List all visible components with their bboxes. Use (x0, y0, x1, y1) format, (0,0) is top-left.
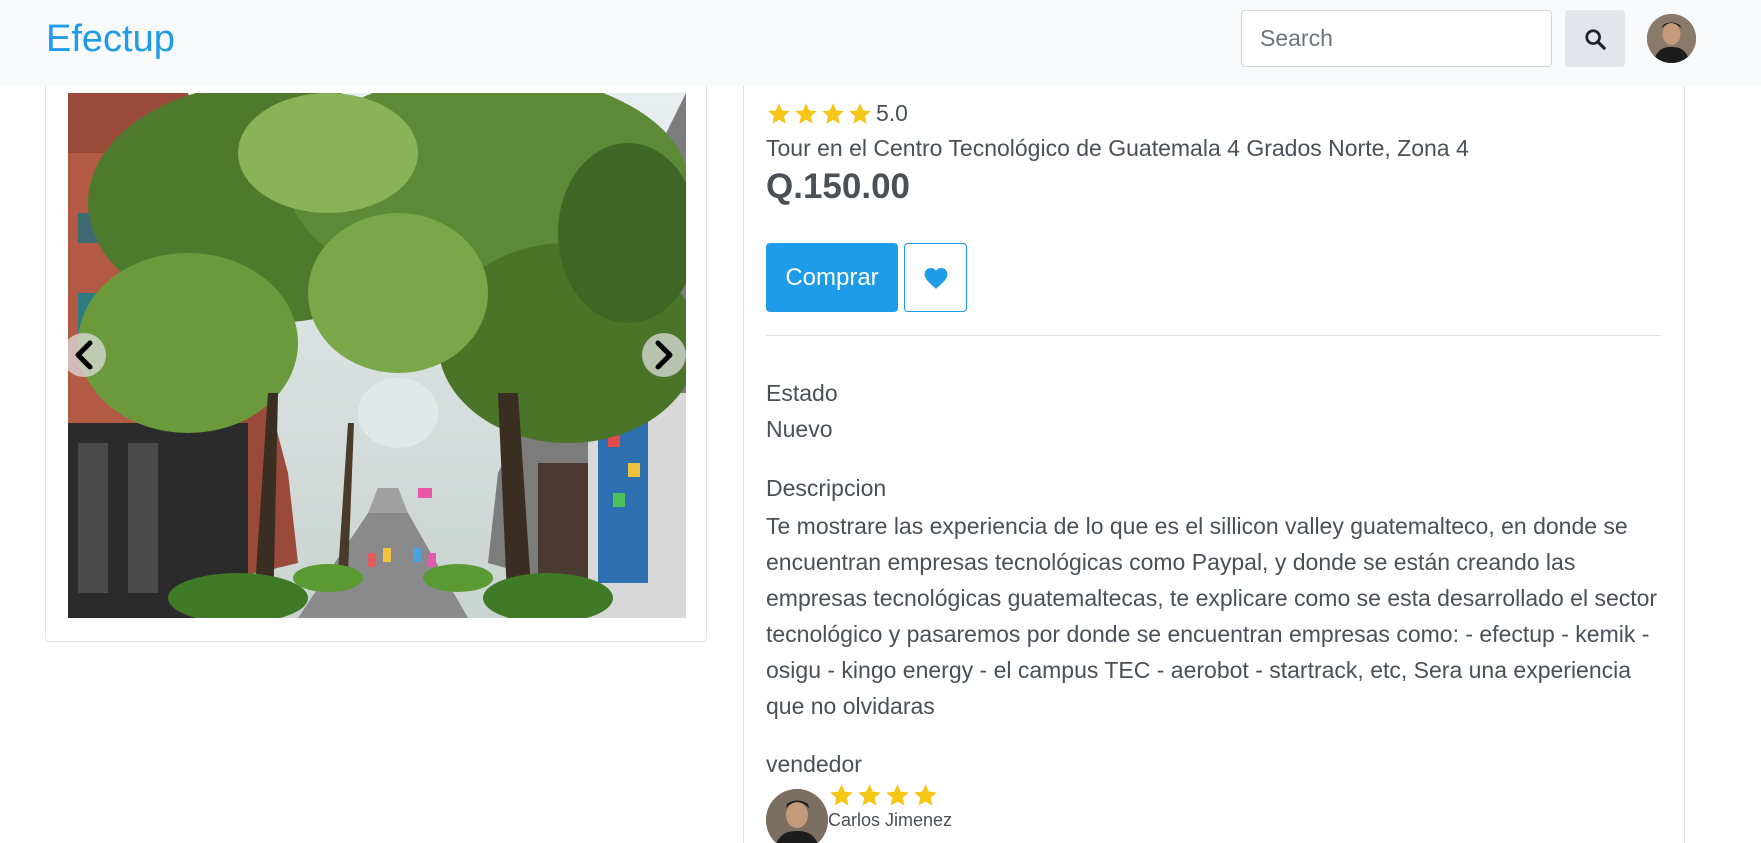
brand-logo-link[interactable]: Efectup (46, 18, 175, 61)
search-input[interactable] (1241, 10, 1552, 67)
estado-value: Nuevo (766, 416, 833, 442)
rating-value: 5.0 (876, 100, 908, 126)
seller-name[interactable]: Carlos Jimenez (828, 810, 952, 831)
star-icon (768, 102, 790, 124)
top-navbar: Efectup (0, 0, 1761, 86)
star-icon (822, 102, 844, 124)
user-avatar[interactable] (1647, 14, 1696, 63)
chevron-right-icon (655, 340, 673, 370)
product-image-carousel[interactable] (68, 93, 686, 618)
search-button[interactable] (1565, 10, 1625, 67)
star-icon (914, 784, 937, 806)
product-rating: 5.0 (766, 100, 908, 127)
seller-avatar[interactable] (766, 789, 828, 843)
buy-button[interactable]: Comprar (766, 243, 898, 312)
carousel-next-button[interactable] (642, 333, 686, 377)
star-icon (795, 102, 817, 124)
search-icon (1585, 28, 1606, 50)
star-icon (830, 784, 853, 806)
heart-icon (924, 267, 947, 289)
description-label: Descripcion (766, 475, 887, 501)
section-divider (766, 335, 1661, 336)
star-icon (849, 102, 871, 124)
star-icon (886, 784, 909, 806)
product-description: Te mostrare las experiencia de lo que es… (766, 513, 1658, 719)
product-price: Q.150.00 (766, 167, 910, 206)
star-icon (858, 784, 881, 806)
chevron-left-icon (75, 340, 93, 370)
seller-rating (828, 782, 940, 809)
product-photo (68, 93, 686, 618)
estado-label: Estado (766, 380, 838, 406)
favorite-button[interactable] (904, 243, 967, 312)
product-title: Tour en el Centro Tecnológico de Guatema… (766, 135, 1469, 161)
seller-section-label: vendedor (766, 751, 862, 777)
